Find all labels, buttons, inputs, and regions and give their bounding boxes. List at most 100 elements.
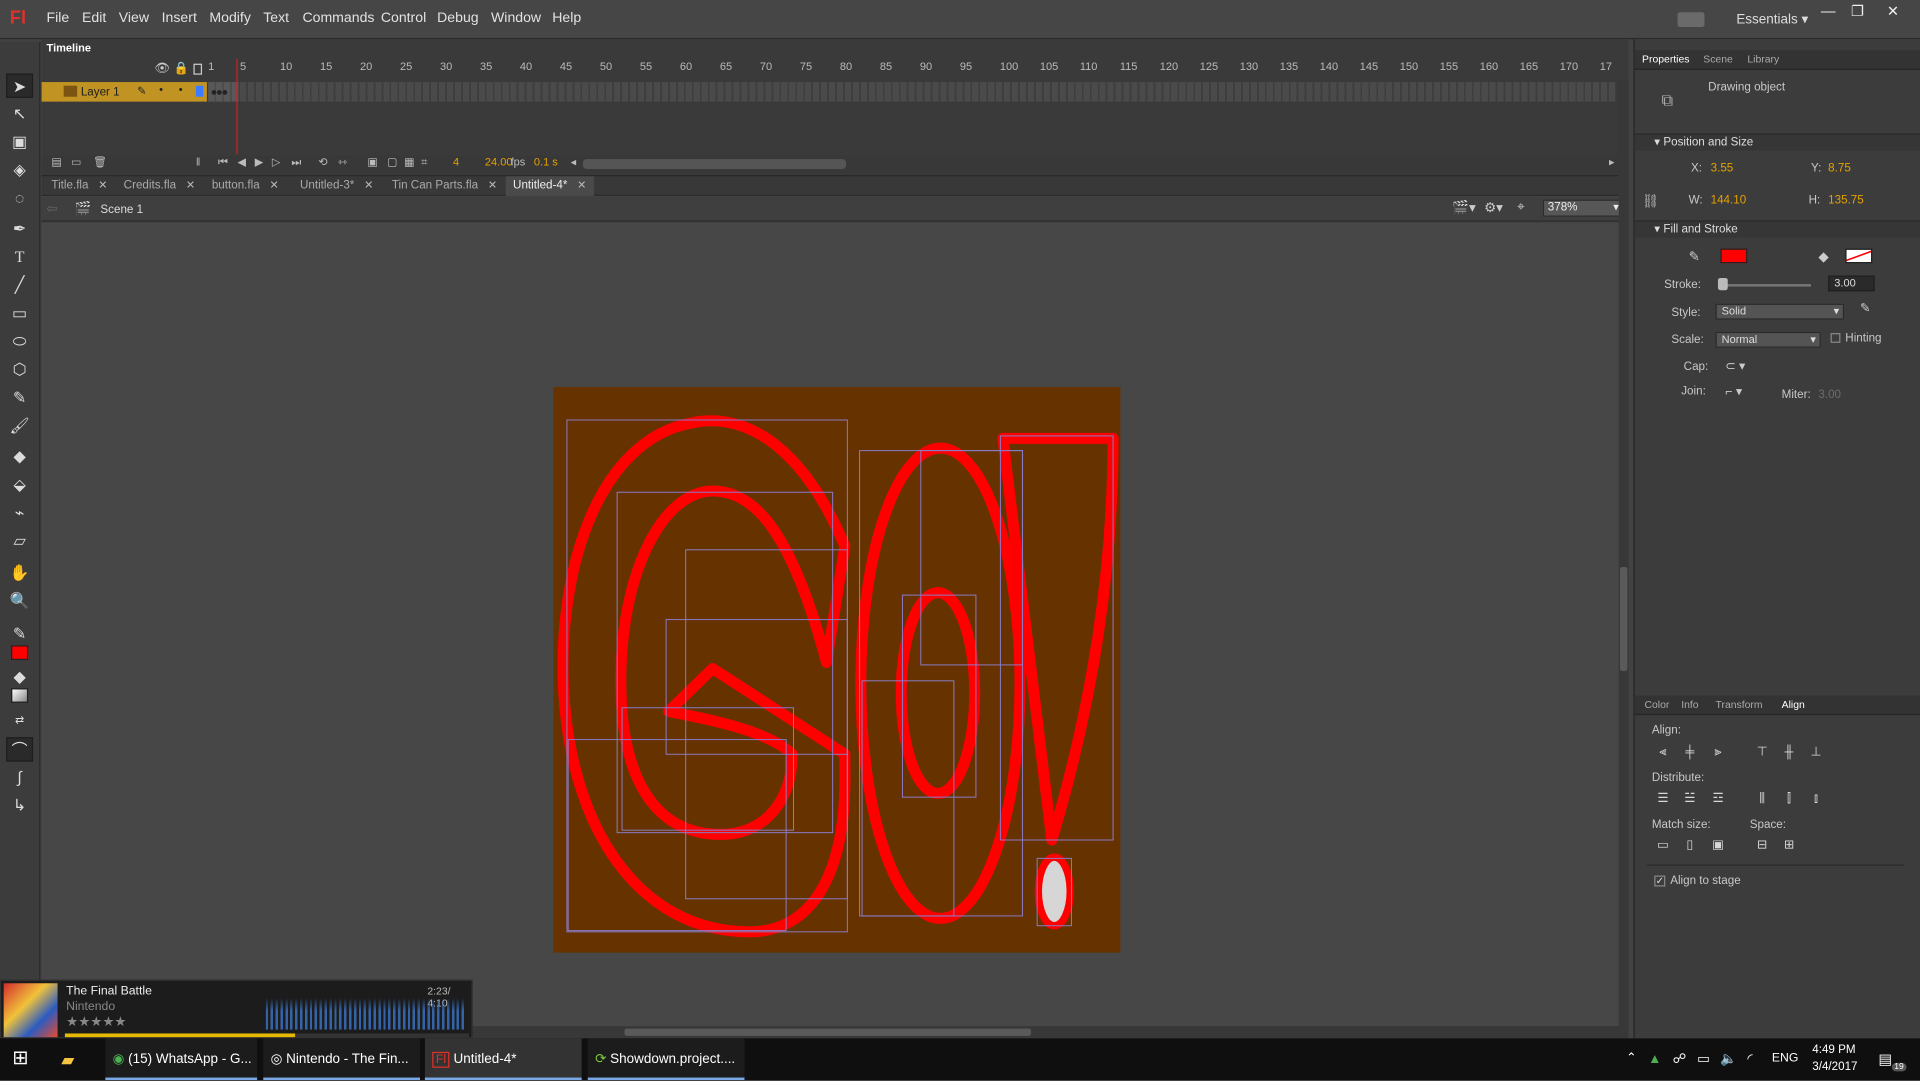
frame-number[interactable]: 125 [1200,60,1218,72]
distribute-vcenter-icon[interactable]: ☱ [1681,792,1698,807]
frame-number[interactable]: 100 [1000,60,1018,72]
tray-chevron-up-icon[interactable]: ⌃ [1626,1038,1636,1080]
frame-number[interactable]: 115 [1120,60,1138,72]
subselection-tool-icon[interactable]: ↖ [6,102,33,126]
space-vertical-icon[interactable]: ⊟ [1753,839,1770,854]
tab-transform[interactable]: Transform [1716,698,1763,710]
frame-rate[interactable]: 24.00 [485,156,513,168]
track-rating[interactable]: ★★★★★ [66,1014,126,1030]
restore-icon[interactable]: ❐ [1844,2,1871,19]
menu-modify[interactable]: Modify [209,11,250,26]
swap-colors-icon[interactable]: ⇄ [6,708,33,732]
frame-number[interactable]: 135 [1280,60,1298,72]
tray-battery-icon[interactable]: ▭ [1697,1038,1710,1080]
center-frame-icon[interactable]: ⇿ [338,156,347,169]
frame-number[interactable]: 80 [840,60,852,72]
tray-wifi-icon[interactable]: ◜ [1747,1038,1752,1080]
fill-color-none-swatch[interactable] [1845,248,1873,264]
menu-debug[interactable]: Debug [437,11,478,26]
w-value[interactable]: 144.10 [1711,193,1747,206]
scene-label[interactable]: Scene 1 [100,203,143,216]
align-horizontal-center-icon[interactable]: ╪ [1681,746,1698,761]
distribute-bottom-icon[interactable]: ☲ [1709,792,1726,807]
delete-layer-icon[interactable]: 🗑 [93,156,107,169]
tab-color[interactable]: Color [1644,698,1669,710]
lasso-tool-icon[interactable]: ◌ [6,186,33,210]
clock-time[interactable]: 4:49 PM [1812,1043,1855,1056]
frame-number[interactable]: 90 [920,60,932,72]
3d-rotation-tool-icon[interactable]: ◈ [6,158,33,182]
ink-bottle-icon[interactable]: ⬙ [6,473,33,497]
edit-symbols-icon[interactable]: ⚙▾ [1484,200,1503,216]
tab-scene[interactable]: Scene [1703,53,1733,65]
selection-tool-icon[interactable]: ➤ [6,73,34,98]
snap-to-objects-icon[interactable]: ⌒ [6,737,34,762]
menu-insert[interactable]: Insert [162,11,197,26]
stroke-color-swatch-panel[interactable] [1720,248,1748,264]
frame-number[interactable]: 45 [560,60,572,72]
file-explorer-icon[interactable]: ▰ [61,1038,88,1080]
tab-align[interactable]: Align [1782,698,1805,710]
tab-info[interactable]: Info [1681,698,1698,710]
close-tab-icon[interactable]: ✕ [98,179,107,191]
frame-number[interactable]: 130 [1240,60,1258,72]
timeline-hscroll-thumb[interactable] [582,159,847,169]
close-tab-icon[interactable]: ✕ [270,179,279,191]
match-width-height-icon[interactable]: ▣ [1709,839,1726,854]
frame-number[interactable]: 55 [640,60,652,72]
menu-commands[interactable]: Commands [302,11,374,26]
sync-settings-icon[interactable] [1677,12,1705,27]
frame-number[interactable]: 20 [360,60,372,72]
eyedropper-tool-icon[interactable]: ⌁ [6,501,33,525]
frame-number[interactable]: 50 [600,60,612,72]
menu-file[interactable]: File [47,11,70,26]
join-style-dropdown[interactable]: ⌐ ▾ [1725,386,1742,399]
frame-number[interactable]: 165 [1520,60,1538,72]
hscroll-thumb[interactable] [624,1028,1032,1036]
clock-date[interactable]: 3/4/2017 [1812,1060,1857,1073]
frame-number[interactable]: 17 [1600,60,1612,72]
minimize-icon[interactable]: — [1815,2,1842,19]
fill-stroke-header[interactable]: ▾ Fill and Stroke [1634,220,1920,238]
align-to-stage-checkbox[interactable]: ✓ [1654,875,1666,887]
eraser-tool-icon[interactable]: ▱ [6,529,33,553]
fill-color-bucket-icon[interactable]: ◆ [6,665,33,689]
action-center-icon[interactable]: ▤ [1878,1051,1892,1068]
match-height-icon[interactable]: ▯ [1681,839,1698,854]
frame-number[interactable]: 60 [680,60,692,72]
menu-control[interactable]: Control [381,11,426,26]
scroll-right-icon[interactable]: ▸ [1609,156,1615,169]
frame-ruler[interactable]: 1 5 10 15 20 25 30 35 40 45 50 55 60 65 70 75 80 85 90 95 10… [208,60,1616,77]
edit-scene-icon[interactable]: 🎬▾ [1452,200,1476,216]
tray-volume-icon[interactable]: 🔈 [1720,1038,1737,1080]
taskbar-showdown[interactable]: ⟳ Showdown.project.... [587,1038,745,1080]
stroke-slider-handle[interactable] [1717,277,1728,291]
frame-number[interactable]: 170 [1560,60,1578,72]
pencil-tool-icon[interactable]: ✎ [6,386,33,410]
new-folder-icon[interactable]: ▭ [71,156,81,169]
frame-number[interactable]: 160 [1480,60,1498,72]
distribute-hcenter-icon[interactable]: ⫿ [1780,792,1797,807]
frame-number[interactable]: 30 [440,60,452,72]
distribute-right-icon[interactable]: ⫾ [1807,792,1824,807]
match-width-icon[interactable]: ▭ [1654,839,1671,854]
x-value[interactable]: 3.55 [1711,162,1734,175]
frame-number[interactable]: 65 [720,60,732,72]
cap-style-dropdown[interactable]: ⊂ ▾ [1725,360,1745,373]
close-icon[interactable]: ✕ [1880,2,1907,19]
show-hide-icon[interactable]: 👁 [154,62,170,75]
fill-color-swatch[interactable] [11,688,29,703]
center-stage-icon[interactable]: ⌖ [1517,200,1525,216]
menu-view[interactable]: View [119,11,149,26]
start-windows-icon[interactable]: ⊞ [12,1038,36,1080]
tray-drive-icon[interactable]: ▲ [1648,1038,1661,1080]
frame-number[interactable]: 155 [1440,60,1458,72]
track-progress-bar[interactable] [64,1033,469,1038]
scroll-left-icon[interactable]: ◂ [571,156,577,169]
brush-tool-icon[interactable]: 🖌 [6,414,33,438]
free-transform-tool-icon[interactable]: ▣ [6,130,33,154]
loop-icon[interactable]: ⟲ [318,156,327,169]
stroke-color-pencil-icon[interactable]: ✎ [6,622,33,646]
doc-tab[interactable]: Tin Can Parts.fla ✕ [384,176,504,196]
align-left-icon[interactable]: ⫷ [1654,746,1671,761]
